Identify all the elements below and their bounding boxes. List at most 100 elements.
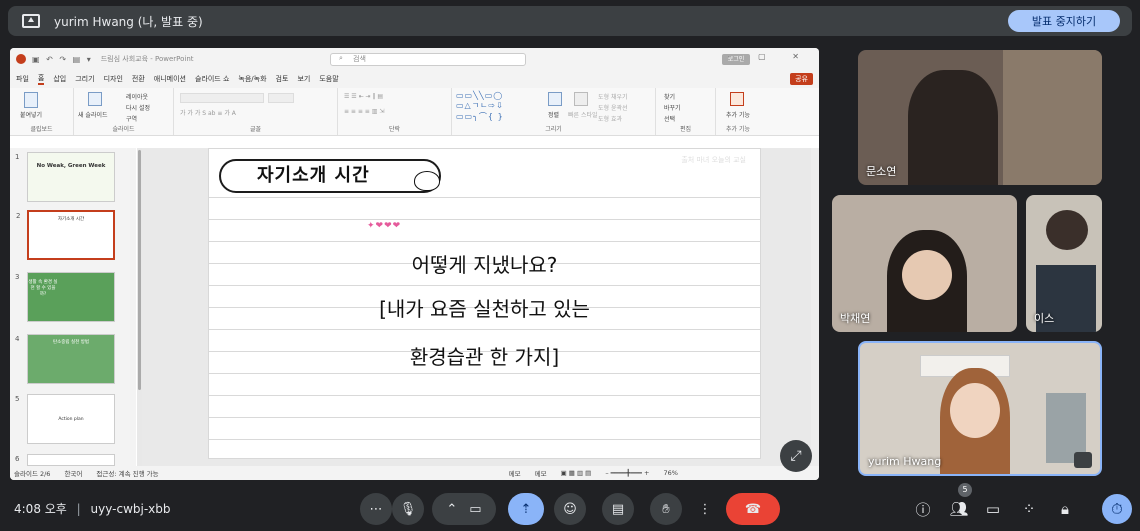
paste-icon[interactable] [24, 92, 38, 108]
menu-help[interactable]: 도움말 [319, 74, 338, 84]
ribbon-group-font: 가 가 가 S ab ≡ 가 A 글꼴 [174, 88, 338, 135]
participant-tile-3[interactable]: 이스 [1026, 195, 1102, 332]
font-name-box[interactable] [180, 93, 264, 103]
host-controls-icon[interactable]: 🔒︎ [1052, 496, 1078, 522]
font-size-box[interactable] [268, 93, 294, 103]
emoji-reaction-icon[interactable]: ☺ [554, 493, 586, 525]
meeting-info: 4:08 오후 | uyy-cwbj-xbb [14, 502, 171, 516]
chat-icon[interactable]: ▭ [980, 496, 1006, 522]
captions-icon[interactable]: ▤ [602, 493, 634, 525]
expand-icon[interactable]: ⤢ [780, 440, 812, 472]
menu-transitions[interactable]: 전환 [132, 74, 145, 84]
shape-effects[interactable]: 도형 효과 [598, 114, 622, 123]
microphone-icon[interactable]: 🎙︎ [392, 493, 424, 525]
ppt-search-box[interactable]: 검색 [330, 53, 526, 66]
slide-question-line1: 어떻게 지냈나요? [411, 253, 558, 277]
slide-watermark: 출처 마녀 오늘의 교실 [681, 156, 746, 164]
font-label: 글꼴 [249, 126, 262, 133]
menu-file[interactable]: 파일 [16, 74, 29, 84]
addins-button[interactable]: 추가 기능 [726, 110, 750, 119]
section-label[interactable]: 구역 [126, 114, 137, 123]
participant-tile-2[interactable]: 박채연 [832, 195, 1017, 332]
slide-thumbnail-3[interactable]: 3 생활 속 환경 실천 할 수 있을까? [15, 272, 115, 322]
ribbon-group-drawing: ▭▭╲╲▭◯ ▭△ㄱㄴ⇨⇩ ▭▭╮⌒{ } 정렬 빠른 스타일 도형 채우기 도형 … [452, 88, 656, 135]
stop-presenting-button[interactable]: 발표 중지하기 [1008, 10, 1120, 32]
new-slide-icon[interactable] [88, 92, 102, 106]
quick-styles-icon[interactable] [574, 92, 588, 106]
reset-label[interactable]: 다시 설정 [126, 103, 150, 112]
ribbon-group-paragraph: ☰ ☰ ⇤ ⇥ ‖ ▤ ≡ ≡ ≡ ≡ ▥ ⇲ 단락 [338, 88, 452, 135]
presenting-bar: yurim Hwang (나, 발표 중) 발표 중지하기 [8, 6, 1132, 36]
ribbon-group-clipboard: 붙여넣기 클립보드 [10, 88, 74, 135]
present-screen-icon [22, 14, 40, 28]
people-icon[interactable]: 👥︎ [946, 496, 972, 522]
quick-access-icons[interactable]: ▣ ↶ ↷ ▤ ▾ [32, 55, 93, 64]
more-audio-options-icon[interactable]: ⋯ [360, 493, 392, 525]
camera-controls[interactable]: ⌃ ▭ [432, 493, 496, 525]
font-format-icons[interactable]: 가 가 가 S ab ≡ 가 A [180, 108, 236, 117]
new-slide-label[interactable]: 새 슬라이드 [78, 110, 108, 119]
share-button[interactable]: 공유 [790, 73, 813, 85]
window-controls[interactable]: – ▢ ✕ [728, 52, 811, 61]
activities-icon[interactable]: ⁘ [1016, 496, 1042, 522]
drawing-label: 그리기 [545, 126, 562, 133]
menu-draw[interactable]: 그리기 [75, 74, 94, 84]
shared-powerpoint-window: ▣ ↶ ↷ ▤ ▾ 드림심 사회교육 - PowerPoint 검색 로그인 –… [10, 48, 819, 480]
shape-fill[interactable]: 도형 채우기 [598, 92, 628, 101]
info-icon[interactable]: ⓘ [910, 496, 936, 522]
more-options-icon[interactable]: ⋮ [692, 493, 718, 525]
menu-insert[interactable]: 삽입 [53, 74, 66, 84]
shape-outline[interactable]: 도형 윤곽선 [598, 103, 628, 112]
replace-button[interactable]: 바꾸기 [664, 103, 681, 112]
shapes-gallery[interactable]: ▭▭╲╲▭◯ ▭△ㄱㄴ⇨⇩ ▭▭╮⌒{ } [456, 91, 504, 122]
addins-icon[interactable] [730, 92, 744, 106]
slide-canvas: 자기소개 시간 출처 마녀 오늘의 교실 ✦❤︎❤︎❤︎ 어떻게 지냈나요? [… [142, 148, 819, 466]
slide-scrollbar[interactable] [811, 148, 819, 466]
paragraph-icons-row2[interactable]: ≡ ≡ ≡ ≡ ▥ ⇲ [344, 108, 384, 115]
slide-thumbnail-4[interactable]: 4 탄소중립 실천 방법 [15, 334, 115, 384]
participant-name: 박채연 [840, 312, 871, 325]
sparkle-hearts-icon: ✦❤︎❤︎❤︎ [367, 221, 402, 231]
menu-design[interactable]: 디자인 [104, 74, 123, 84]
menu-review[interactable]: 검토 [276, 74, 289, 84]
menu-view[interactable]: 보기 [297, 74, 310, 84]
slide-thumbnail-2[interactable]: 2 자기소개 시간 [16, 210, 115, 260]
notes-button[interactable]: 메모 [509, 468, 521, 478]
quick-styles-label[interactable]: 빠른 스타일 [568, 110, 598, 119]
timer-icon[interactable]: ⏱︎ [1102, 494, 1132, 524]
ribbon-group-addins: 추가 기능 추가 기능 [716, 88, 760, 135]
chevron-up-icon[interactable]: ⌃ [446, 502, 457, 517]
slides-label: 슬라이드 [112, 126, 135, 133]
layout-label[interactable]: 레이아웃 [126, 92, 148, 101]
slide-thumbnail-5[interactable]: 5 Action plan [15, 394, 115, 444]
pin-icon[interactable] [1074, 452, 1092, 468]
participant-tile-self[interactable]: yurim Hwang [858, 341, 1102, 476]
accessibility-status[interactable]: 접근성: 계속 진행 가능 [96, 468, 158, 478]
select-button[interactable]: 선택 [664, 114, 675, 123]
menu-animations[interactable]: 애니메이션 [154, 74, 186, 84]
find-button[interactable]: 찾기 [664, 92, 675, 101]
slide-title: 자기소개 시간 [257, 165, 370, 186]
addins-label: 추가 기능 [726, 126, 750, 133]
menu-record[interactable]: 녹음/녹화 [238, 74, 266, 84]
raise-hand-icon[interactable]: ✋︎ [650, 493, 682, 525]
paste-label[interactable]: 붙여넣기 [20, 110, 42, 119]
slide-thumbnail-6[interactable]: 6 [15, 454, 115, 466]
participant-tile-1[interactable]: 문소연 [858, 50, 1102, 185]
zoom-level[interactable]: 76% [663, 469, 677, 477]
arrange-label[interactable]: 정렬 [548, 110, 559, 119]
language[interactable]: 한국어 [64, 468, 82, 478]
meeting-controls-bar: 4:08 오후 | uyy-cwbj-xbb ⋯ 🎙︎ ⌃ ▭ ⇡ ☺ ▤ ✋︎… [0, 483, 1140, 531]
arrange-icon[interactable] [548, 92, 562, 106]
present-screen-icon[interactable]: ⇡ [508, 493, 544, 525]
menu-slideshow[interactable]: 슬라이드 쇼 [195, 74, 229, 84]
camera-icon[interactable]: ▭ [469, 502, 481, 517]
menu-home[interactable]: 홈 [37, 73, 45, 85]
paragraph-icons-row1[interactable]: ☰ ☰ ⇤ ⇥ ‖ ▤ [344, 93, 383, 100]
comments-button[interactable]: 메모 [535, 468, 547, 478]
zoom-slider[interactable]: – ━━━━╋━━━ + [605, 469, 649, 477]
ppt-statusbar: 슬라이드 2/6 한국어 접근성: 계속 진행 가능 메모 메모 ▣ ▦ ▥ ▤… [10, 466, 819, 480]
leave-call-icon[interactable]: ☎ [726, 493, 780, 525]
slide-thumbnail-1[interactable]: 1 No Weak, Green Week [15, 152, 115, 202]
view-buttons[interactable]: ▣ ▦ ▥ ▤ [561, 469, 592, 477]
